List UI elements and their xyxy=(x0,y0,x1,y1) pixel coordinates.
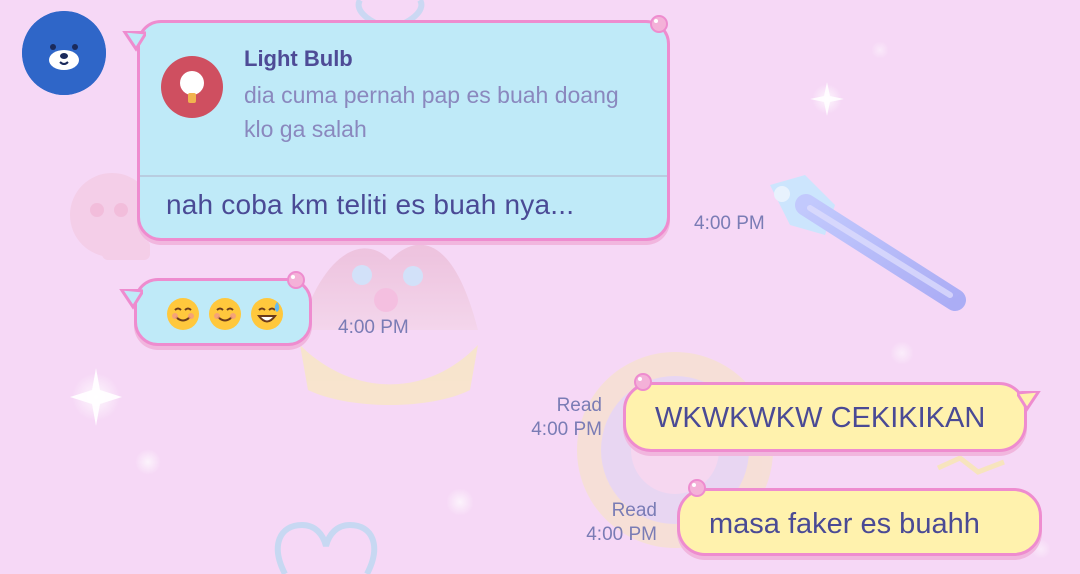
outgoing-message-bubble[interactable]: masa faker es buahh xyxy=(677,479,1042,556)
outgoing-message-text: masa faker es buahh xyxy=(709,508,980,540)
reply-preview[interactable]: Light Bulb dia cuma pernah pap es buah d… xyxy=(140,23,667,177)
pink-gem-icon xyxy=(287,271,305,289)
message-time: 4:00 PM xyxy=(586,524,657,545)
read-status: Read xyxy=(556,395,602,416)
outgoing-message-bubble[interactable]: WKWKWKW CEKIKIKAN xyxy=(623,373,1041,452)
outgoing-message-meta: Read 4:00 PM xyxy=(575,499,657,547)
message-time: 4:00 PM xyxy=(694,213,765,234)
heart-outline-decoration xyxy=(274,521,378,574)
message-time: 4:00 PM xyxy=(338,317,409,338)
message-time: 4:00 PM xyxy=(531,419,602,440)
incoming-emoji-bubble[interactable] xyxy=(119,271,312,346)
pink-gem-icon xyxy=(634,373,652,391)
pink-gem-icon xyxy=(688,479,706,497)
reply-avatar xyxy=(161,56,223,118)
contact-avatar[interactable] xyxy=(22,11,106,95)
read-status: Read xyxy=(611,500,657,521)
incoming-message-text: nah coba km teliti es buah nya... xyxy=(166,189,575,220)
outgoing-message-text: WKWKWKW CEKIKIKAN xyxy=(655,402,986,434)
incoming-reply-message-bubble[interactable]: Light Bulb dia cuma pernah pap es buah d… xyxy=(122,15,670,241)
smiling-face-emoji-icon xyxy=(209,298,241,330)
smiling-face-emoji-icon xyxy=(167,298,199,330)
bubble-tail-icon xyxy=(1017,391,1041,412)
bubble-tail-icon xyxy=(119,289,143,310)
outgoing-message-meta: Read 4:00 PM xyxy=(520,394,602,442)
reply-preview-text: dia cuma pernah pap es buah doang klo ga… xyxy=(244,82,619,142)
wand-decoration xyxy=(770,175,966,311)
grinning-sweat-emoji-icon xyxy=(251,298,283,330)
lightbulb-icon xyxy=(180,71,204,103)
reply-sender-name: Light Bulb xyxy=(244,46,353,71)
emoji-row xyxy=(165,296,285,334)
bear-icon xyxy=(22,11,106,95)
